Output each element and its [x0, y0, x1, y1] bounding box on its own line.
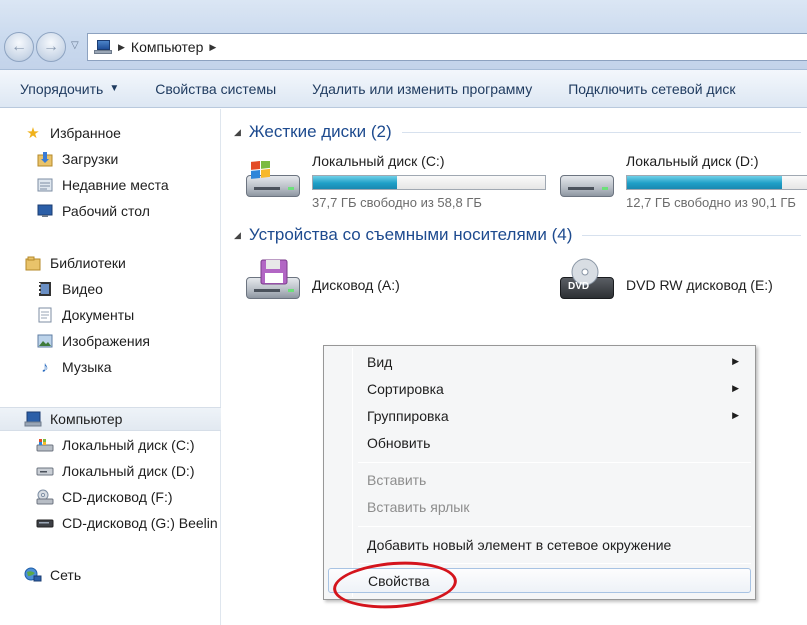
nav-images[interactable]: Изображения	[0, 329, 221, 353]
menu-item-paste-shortcut: Вставить ярлык	[367, 498, 470, 515]
menu-item-refresh[interactable]: Обновить	[328, 430, 751, 455]
nav-downloads[interactable]: Загрузки	[0, 147, 221, 171]
collapse-triangle-icon[interactable]: ◢	[234, 127, 241, 138]
drive-item-c[interactable]: Локальный диск (C:) 37,7 ГБ свободно из …	[244, 153, 554, 213]
hard-drive-icon	[36, 463, 54, 479]
documents-icon	[36, 307, 54, 323]
nav-cd-g[interactable]: CD-дисковод (G:) Beelin	[0, 511, 221, 535]
cd-drive-icon	[36, 515, 54, 531]
submenu-arrow-icon: ▶	[732, 383, 739, 393]
nav-computer[interactable]: Компьютер	[0, 407, 221, 431]
hard-drive-icon	[558, 161, 616, 203]
organize-button[interactable]: Упорядочить ▼	[0, 70, 137, 108]
recent-places-icon	[36, 177, 54, 193]
forward-button[interactable]: →	[36, 32, 66, 62]
menu-separator	[358, 462, 751, 463]
caret-down-icon: ▼	[109, 83, 120, 94]
map-network-drive-button[interactable]: Подключить сетевой диск	[550, 70, 753, 108]
submenu-arrow-icon: ▶	[732, 356, 739, 366]
downloads-folder-icon	[36, 151, 54, 167]
breadcrumb-computer[interactable]: Компьютер	[131, 39, 203, 55]
submenu-arrow-icon: ▶	[732, 410, 739, 420]
nav-recent-places[interactable]: Недавние места	[0, 173, 221, 197]
drive-item-d[interactable]: Локальный диск (D:) 12,7 ГБ свободно из …	[558, 153, 807, 213]
video-icon	[36, 281, 54, 297]
group-hard-disks[interactable]: ◢ Жесткие диски (2)	[222, 120, 807, 144]
system-drive-icon	[244, 161, 302, 203]
drive-usage-bar	[312, 175, 546, 190]
nav-drive-d[interactable]: Локальный диск (D:)	[0, 459, 221, 483]
back-button[interactable]: ←	[4, 32, 34, 62]
nav-cd-f[interactable]: CD-дисковод (F:)	[0, 485, 221, 509]
menu-item-paste: Вставить	[367, 471, 427, 488]
drive-label: Дисковод (A:)	[312, 277, 400, 293]
desktop-icon	[36, 203, 54, 219]
images-icon	[36, 333, 54, 349]
drive-usage-bar	[626, 175, 807, 190]
menu-separator	[358, 526, 751, 527]
drive-item-e[interactable]: DVD DVD RW дисковод (E:)	[558, 257, 807, 313]
floppy-drive-icon	[244, 259, 302, 305]
group-divider	[401, 131, 801, 133]
recent-pages-dropdown[interactable]: ▽	[71, 40, 79, 51]
group-divider	[582, 234, 801, 236]
drive-label: DVD RW дисковод (E:)	[626, 277, 773, 293]
collapse-triangle-icon[interactable]: ◢	[234, 230, 241, 241]
breadcrumb-arrow-icon[interactable]: ▶	[209, 42, 216, 53]
nav-documents[interactable]: Документы	[0, 303, 221, 327]
address-bar-area: ← → ▽ ▶ Компьютер ▶	[0, 0, 807, 70]
menu-item-add-network-location[interactable]: Добавить новый элемент в сетевое окружен…	[328, 532, 751, 557]
libraries-icon	[24, 255, 42, 271]
arrow-right-icon: →	[43, 38, 59, 55]
navigation-pane: ★ Избранное Загрузки Недавние места Рабо…	[0, 109, 221, 625]
menu-item-sort[interactable]: Сортировка ▶	[328, 376, 751, 401]
nav-network[interactable]: Сеть	[0, 563, 221, 587]
music-note-icon: ♪	[41, 358, 49, 376]
dvd-drive-icon: DVD	[558, 258, 616, 305]
drive-free-space: 12,7 ГБ свободно из 90,1 ГБ	[626, 195, 796, 210]
address-field[interactable]: ▶ Компьютер ▶	[87, 33, 807, 61]
menu-item-view[interactable]: Вид ▶	[328, 349, 751, 374]
menu-item-group[interactable]: Группировка ▶	[328, 403, 751, 428]
usage-fill	[313, 176, 397, 189]
star-icon: ★	[26, 125, 40, 142]
command-bar: Упорядочить ▼ Свойства системы Удалить ил…	[0, 70, 807, 108]
arrow-left-icon: ←	[11, 38, 27, 55]
usage-fill	[627, 176, 782, 189]
cd-drive-icon	[36, 489, 54, 505]
drive-label: Локальный диск (D:)	[626, 153, 759, 169]
breadcrumb-arrow-icon[interactable]: ▶	[118, 42, 125, 53]
computer-icon	[94, 40, 112, 54]
uninstall-program-button[interactable]: Удалить или изменить программу	[294, 70, 550, 108]
nav-video[interactable]: Видео	[0, 277, 221, 301]
drive-free-space: 37,7 ГБ свободно из 58,8 ГБ	[312, 195, 482, 210]
dvd-badge: DVD	[568, 281, 590, 292]
nav-drive-c[interactable]: Локальный диск (C:)	[0, 433, 221, 457]
system-properties-button[interactable]: Свойства системы	[137, 70, 294, 108]
network-icon	[24, 567, 42, 583]
computer-icon	[24, 411, 42, 427]
drive-label: Локальный диск (C:)	[312, 153, 445, 169]
system-drive-icon	[36, 437, 54, 453]
group-removable[interactable]: ◢ Устройства со съемными носителями (4)	[222, 223, 807, 247]
nav-music[interactable]: ♪ Музыка	[0, 355, 221, 379]
nav-libraries[interactable]: Библиотеки	[0, 251, 221, 275]
nav-favorites[interactable]: ★ Избранное	[0, 121, 221, 145]
drive-item-a[interactable]: Дисковод (A:)	[244, 257, 544, 313]
nav-desktop[interactable]: Рабочий стол	[0, 199, 221, 223]
